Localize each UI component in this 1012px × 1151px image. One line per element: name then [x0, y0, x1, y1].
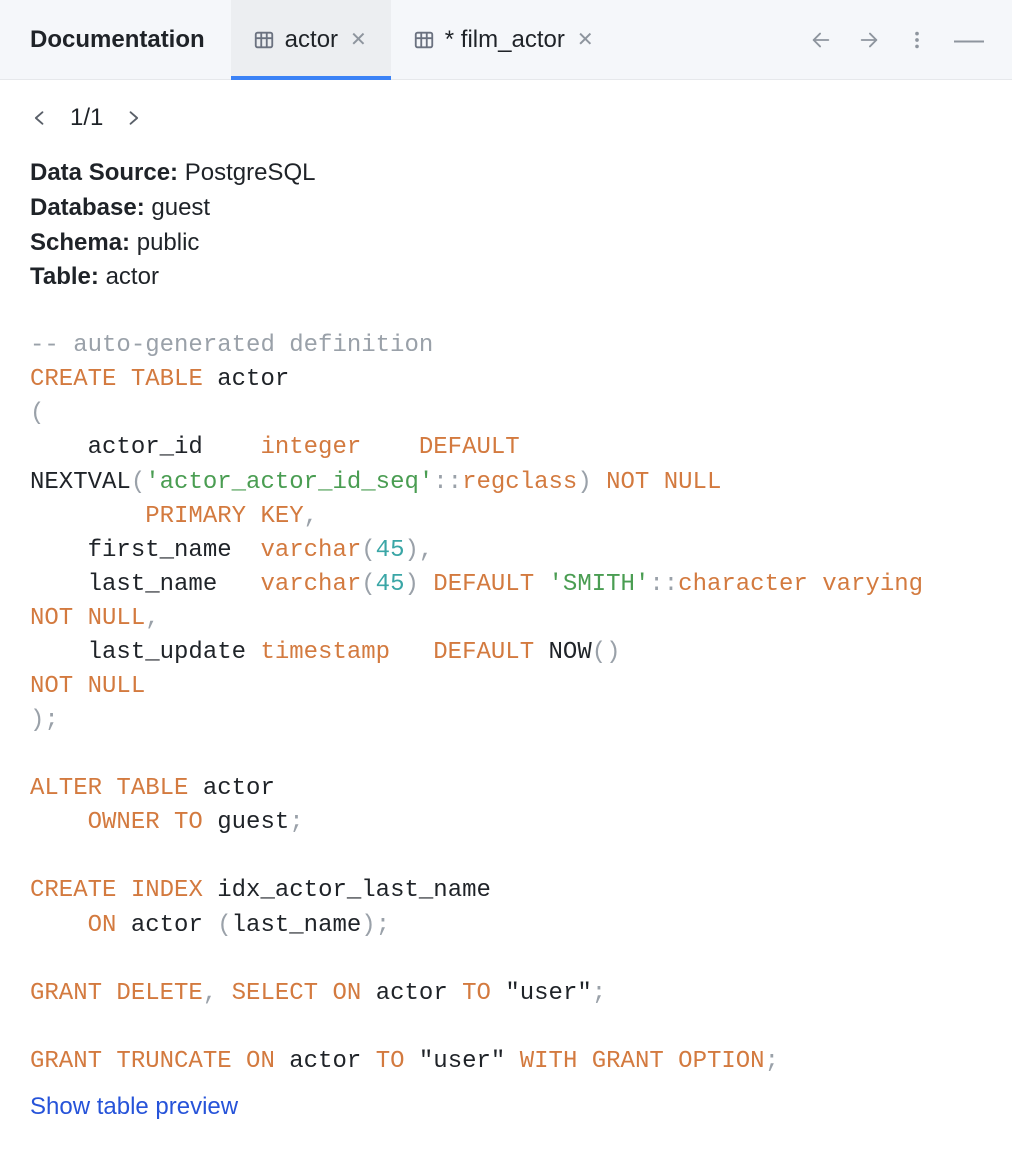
meta-schema: Schema: public: [30, 226, 982, 261]
more-icon[interactable]: [906, 29, 928, 51]
nav-back-icon[interactable]: [810, 29, 832, 51]
tab-bar: Documentation actor ✕ * film_actor ✕ —: [0, 0, 1012, 80]
tab-documentation[interactable]: Documentation: [24, 0, 231, 79]
meta-datasource: Data Source: PostgreSQL: [30, 156, 982, 191]
meta-label: Table:: [30, 263, 99, 290]
tab-label: * film_actor: [445, 26, 565, 54]
tab-close-icon[interactable]: ✕: [348, 27, 369, 52]
show-table-preview-link[interactable]: Show table preview: [0, 1089, 268, 1151]
tab-actor[interactable]: actor ✕: [231, 0, 391, 79]
meta-database: Database: guest: [30, 191, 982, 226]
meta-label: Data Source:: [30, 159, 178, 186]
active-tab-underline: [231, 76, 391, 80]
pager-next-icon[interactable]: [123, 108, 143, 128]
tabbar-actions: —: [810, 0, 1012, 79]
meta-value: PostgreSQL: [185, 159, 316, 186]
meta-value: actor: [106, 263, 159, 290]
minimize-icon[interactable]: —: [954, 25, 984, 55]
meta-table: Table: actor: [30, 260, 982, 295]
tab-film-actor[interactable]: * film_actor ✕: [391, 0, 618, 79]
tab-label: Documentation: [30, 26, 205, 54]
sql-definition[interactable]: -- auto-generated definition CREATE TABL…: [0, 305, 1012, 1089]
meta-value: guest: [151, 194, 210, 221]
pager-position: 1/1: [70, 104, 103, 132]
table-icon: [413, 29, 435, 51]
history-pager: 1/1: [0, 80, 1012, 142]
meta-label: Database:: [30, 194, 145, 221]
pager-prev-icon[interactable]: [30, 108, 50, 128]
meta-label: Schema:: [30, 229, 130, 256]
table-icon: [253, 29, 275, 51]
meta-value: public: [137, 229, 200, 256]
tab-close-icon[interactable]: ✕: [575, 27, 596, 52]
object-metadata: Data Source: PostgreSQL Database: guest …: [0, 142, 1012, 305]
tab-label: actor: [285, 26, 338, 54]
nav-forward-icon[interactable]: [858, 29, 880, 51]
